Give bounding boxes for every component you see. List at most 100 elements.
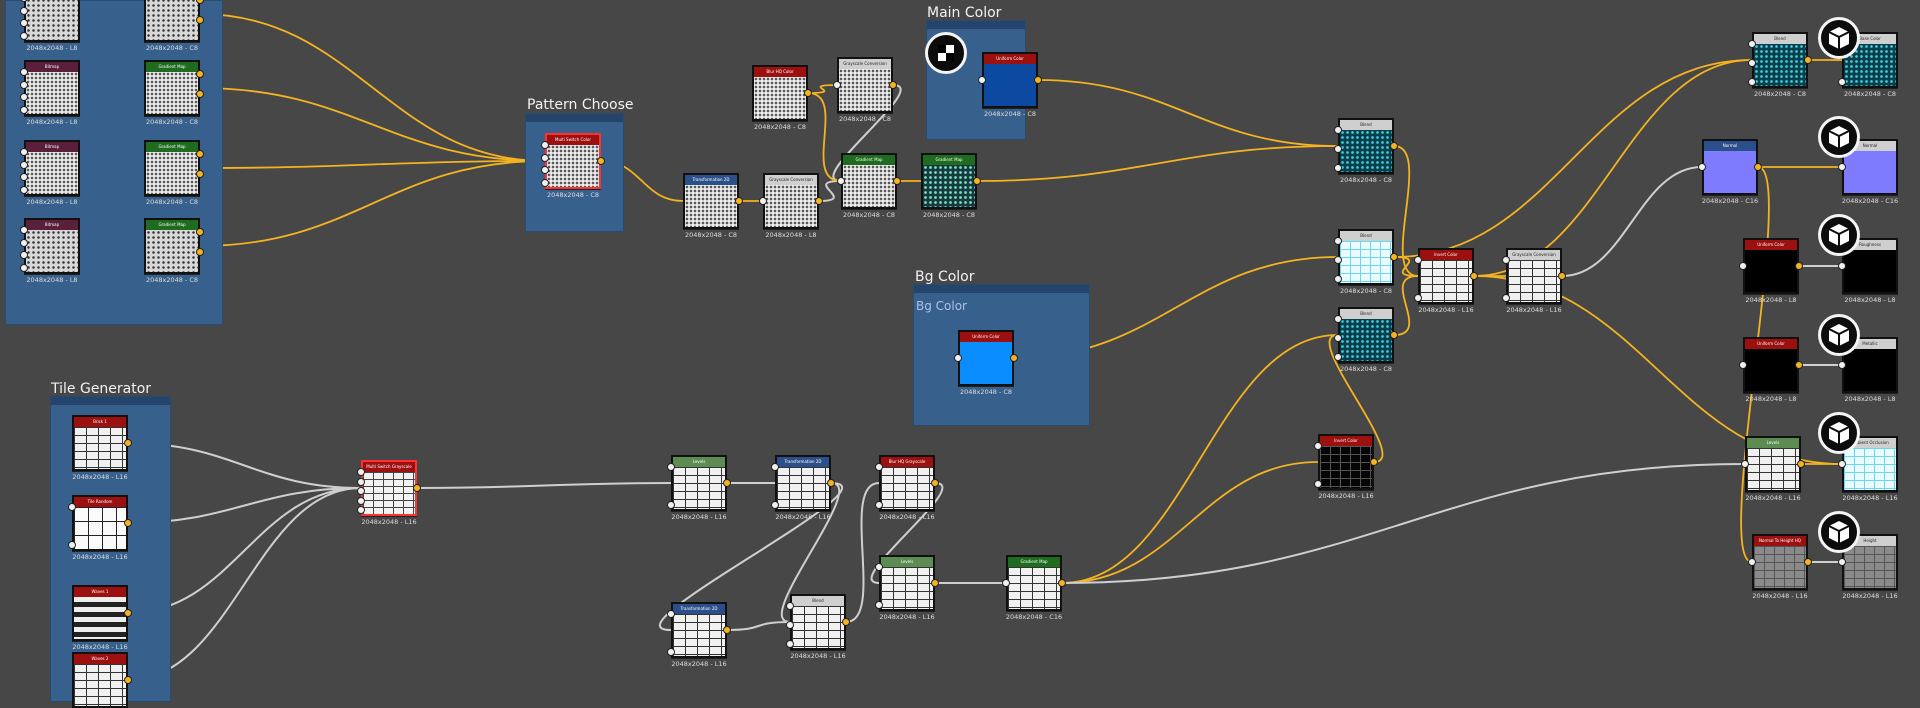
output-port[interactable]	[1804, 56, 1812, 64]
node-blur-hq-grayscale[interactable]: Blur HQ Grayscale	[879, 455, 935, 511]
input-port[interactable]	[20, 160, 28, 169]
node-gradient-map-b[interactable]: Gradient Map	[144, 60, 200, 116]
node-gradient-map-g[interactable]: Gradient Map	[1006, 555, 1062, 611]
output-port[interactable]	[1804, 558, 1812, 566]
wire[interactable]	[976, 145, 1339, 182]
input-port[interactable]	[541, 179, 549, 187]
node-grayscale-conversion-a[interactable]: Grayscale Conversion	[837, 57, 893, 113]
input-port[interactable]	[1748, 78, 1756, 86]
node-uniform-color-bg[interactable]: Uniform Color	[958, 330, 1014, 386]
node-blend-a[interactable]: Blend	[1338, 118, 1394, 174]
input-port[interactable]	[771, 501, 779, 509]
node-gradient-map-d[interactable]: Gradient Map	[144, 218, 200, 274]
output-port[interactable]	[597, 157, 605, 165]
input-port[interactable]	[68, 503, 76, 511]
node-normal-to-height-hq[interactable]: Normal To Height HQ	[1752, 534, 1808, 590]
node-tile-random[interactable]: Tile Random	[72, 495, 128, 551]
input-port[interactable]	[20, 6, 28, 15]
input-port[interactable]	[1334, 353, 1342, 361]
node-multi-switch-grayscale[interactable]: Multi Switch Grayscale	[361, 460, 417, 516]
input-port[interactable]	[1334, 334, 1342, 342]
input-port[interactable]	[20, 238, 28, 247]
wire[interactable]	[1061, 334, 1339, 584]
node-gradient-map-f[interactable]: Gradient Map	[921, 153, 977, 209]
node-bitmap-b[interactable]: Bitmap	[24, 60, 80, 116]
output-port[interactable]	[1558, 272, 1566, 280]
output-port[interactable]	[1370, 458, 1378, 466]
input-port[interactable]	[20, 80, 28, 89]
output-port[interactable]	[1470, 272, 1478, 280]
node-normal[interactable]: Normal	[1702, 139, 1758, 195]
node-invert-color-b[interactable]: Invert Color	[1318, 434, 1374, 490]
node-blend-c[interactable]: Blend	[1338, 307, 1394, 363]
output-port[interactable]	[735, 197, 743, 205]
input-port[interactable]	[1838, 460, 1846, 468]
input-port[interactable]	[875, 463, 883, 471]
input-port[interactable]	[978, 76, 986, 84]
input-port[interactable]	[1838, 558, 1846, 566]
input-port[interactable]	[1334, 164, 1342, 172]
input-port[interactable]	[1838, 78, 1846, 86]
input-port[interactable]	[786, 602, 794, 610]
input-port[interactable]	[1314, 442, 1322, 450]
output-port[interactable]	[1754, 163, 1762, 171]
input-port[interactable]	[1502, 256, 1510, 264]
cube-icon[interactable]	[1818, 314, 1860, 356]
input-port[interactable]	[357, 477, 365, 486]
output-port[interactable]	[1010, 354, 1018, 362]
input-port[interactable]	[1414, 256, 1422, 264]
output-port[interactable]	[124, 519, 132, 527]
node-uniform-color-d[interactable]: Uniform Color	[1743, 337, 1799, 393]
input-port[interactable]	[1838, 361, 1846, 369]
output-port[interactable]	[973, 177, 981, 185]
output-port[interactable]	[1795, 361, 1803, 369]
wire[interactable]	[199, 160, 546, 169]
input-port[interactable]	[1502, 294, 1510, 302]
input-port[interactable]	[875, 601, 883, 609]
output-port[interactable]	[842, 618, 850, 626]
output-port[interactable]	[804, 89, 812, 97]
node-uniform-color-main[interactable]: Uniform Color	[982, 52, 1038, 108]
cube-icon[interactable]	[1818, 214, 1860, 256]
input-port[interactable]	[875, 501, 883, 509]
node-waves-1[interactable]: Waves 1	[72, 585, 128, 641]
wire[interactable]	[726, 621, 791, 631]
input-port[interactable]	[357, 468, 365, 476]
input-port[interactable]	[759, 197, 767, 205]
node-transformation-2d-b[interactable]: Transformation 2D	[775, 455, 831, 511]
input-port[interactable]	[1748, 59, 1756, 67]
input-port[interactable]	[833, 81, 841, 89]
cube-icon[interactable]	[1818, 116, 1860, 158]
output-port[interactable]	[889, 81, 897, 89]
output-port[interactable]	[124, 609, 132, 617]
node-blend-d[interactable]: Blend	[790, 594, 846, 650]
input-port[interactable]	[357, 506, 365, 514]
cube-icon[interactable]	[1818, 511, 1860, 553]
output-port[interactable]	[931, 479, 939, 487]
input-port[interactable]	[1739, 262, 1747, 270]
output-port[interactable]	[893, 177, 901, 185]
node-uniform-color-c[interactable]: Uniform Color	[1743, 238, 1799, 294]
input-port[interactable]	[1334, 275, 1342, 283]
node-invert-color-a[interactable]: Invert Color	[1418, 248, 1474, 304]
output-port[interactable]	[931, 579, 939, 587]
input-port[interactable]	[1334, 237, 1342, 245]
node-transformation-2d-a[interactable]: Transformation 2D	[683, 173, 739, 229]
input-port[interactable]	[1414, 294, 1422, 302]
wire[interactable]	[1037, 79, 1339, 147]
wire[interactable]	[199, 160, 546, 247]
input-port[interactable]	[20, 106, 28, 114]
input-port[interactable]	[20, 148, 28, 156]
input-port[interactable]	[1002, 579, 1010, 587]
node-gradient-map-c[interactable]: Gradient Map	[144, 140, 200, 196]
output-port[interactable]	[723, 626, 731, 634]
wire[interactable]	[1561, 166, 1703, 277]
input-port[interactable]	[667, 501, 675, 509]
input-port[interactable]	[20, 264, 28, 272]
input-port[interactable]	[837, 177, 845, 185]
node-gradient-map-e[interactable]: Gradient Map	[841, 153, 897, 209]
node-brick-1[interactable]: Brick 1	[72, 415, 128, 471]
output-port[interactable]	[827, 479, 835, 487]
input-port[interactable]	[786, 621, 794, 629]
node-grayscale-conversion-c[interactable]: Grayscale Conversion	[1506, 248, 1562, 304]
